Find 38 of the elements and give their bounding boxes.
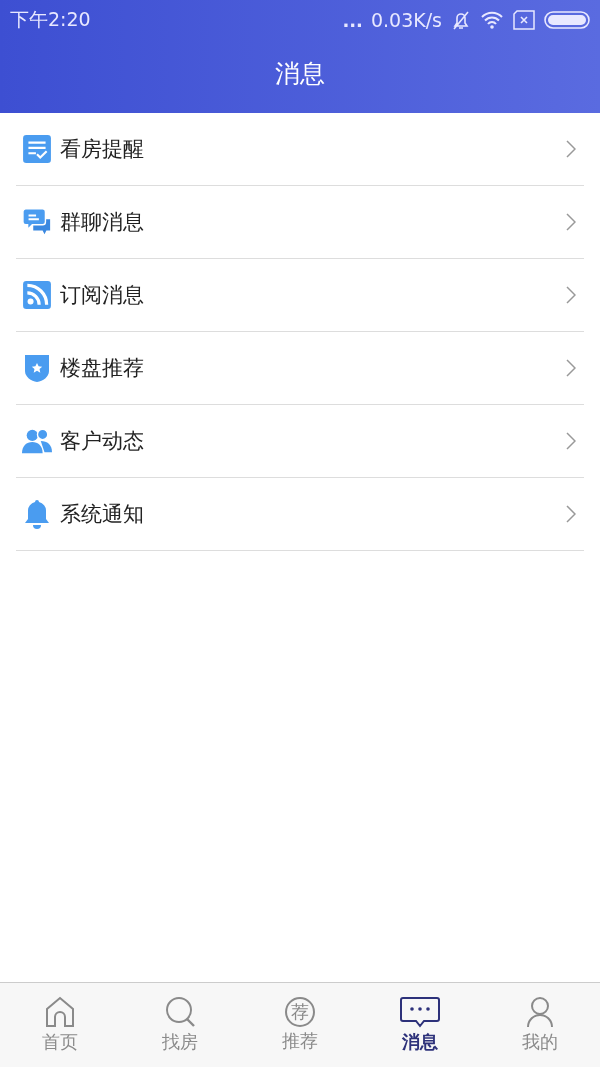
category-label: 楼盘推荐	[60, 355, 145, 382]
battery-icon	[544, 10, 590, 30]
chevron-right-icon	[566, 505, 576, 523]
nav-tab[interactable]: 消息	[360, 983, 480, 1067]
bell-muted-icon	[450, 9, 472, 31]
chat-bubbles-icon	[22, 207, 52, 237]
recommend-icon: 荐	[285, 997, 315, 1027]
message-category-item[interactable]: 群聊消息	[16, 186, 584, 259]
message-category-item[interactable]: 订阅消息	[16, 259, 584, 332]
message-icon	[400, 996, 440, 1028]
category-label: 客户动态	[60, 428, 145, 455]
person-icon	[524, 996, 556, 1028]
sim-icon	[512, 10, 536, 30]
category-label: 看房提醒	[60, 136, 145, 163]
people-icon	[22, 426, 52, 456]
checklist-icon	[22, 134, 52, 164]
network-speed: 0.03K/s	[370, 9, 442, 31]
wifi-icon	[480, 11, 504, 29]
category-label: 订阅消息	[60, 282, 145, 309]
page-title: 消息	[275, 58, 325, 90]
chevron-right-icon	[566, 432, 576, 450]
rss-icon	[22, 280, 52, 310]
status-dots: ...	[342, 9, 363, 31]
home-icon	[44, 996, 76, 1028]
message-category-item[interactable]: 系统通知	[16, 478, 584, 551]
category-label: 群聊消息	[60, 209, 145, 236]
chevron-right-icon	[566, 286, 576, 304]
message-category-item[interactable]: 客户动态	[16, 405, 584, 478]
bell-icon	[22, 499, 52, 529]
status-time: 下午2:20	[10, 7, 91, 32]
chevron-right-icon	[566, 213, 576, 231]
category-label: 系统通知	[60, 501, 145, 528]
message-category-item[interactable]: 看房提醒	[16, 113, 584, 186]
shield-star-icon	[22, 353, 52, 383]
message-category-item[interactable]: 楼盘推荐	[16, 332, 584, 405]
chevron-right-icon	[566, 359, 576, 377]
chevron-right-icon	[566, 140, 576, 158]
search-icon	[164, 996, 196, 1028]
